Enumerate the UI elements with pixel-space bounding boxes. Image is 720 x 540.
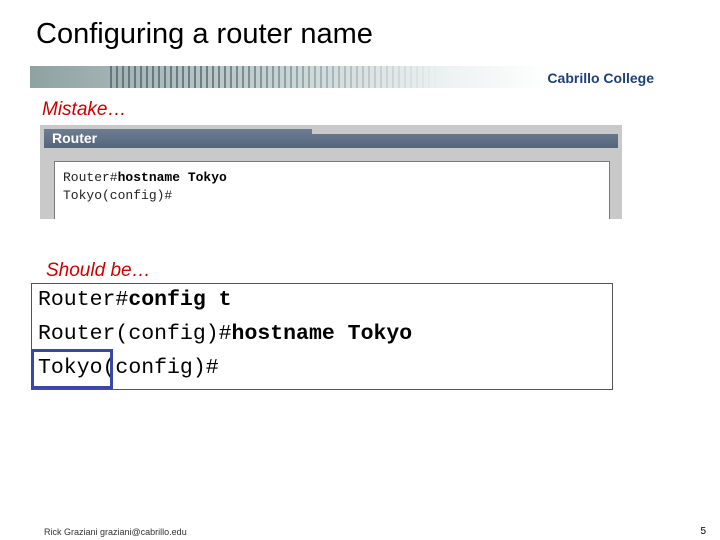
console-prompt: Router# — [63, 170, 118, 185]
command-box: Router#config t Router(config)#hostname … — [31, 283, 613, 390]
command-line-1: Router#config t — [38, 288, 232, 312]
page-number: 5 — [700, 526, 706, 537]
brand-name: Cabrillo College — [547, 70, 654, 86]
slide-title: Configuring a router name — [36, 18, 373, 50]
router-window-title: Router — [52, 130, 98, 146]
console-line: Tokyo(config)# — [63, 188, 173, 203]
should-be-label: Should be… — [46, 260, 151, 281]
command-prompt: Router# — [38, 288, 129, 312]
titlebar-tab — [312, 129, 622, 134]
console-line: Router#hostname Tokyo — [63, 170, 227, 185]
config-prompt: (config)# — [102, 356, 219, 380]
router-console[interactable]: Router#hostname Tokyo Tokyo(config)# — [54, 161, 610, 219]
command-text: config t — [128, 288, 232, 312]
router-window: Router Router#hostname Tokyo Tokyo(confi… — [40, 125, 622, 219]
command-prompt: Router(config)# — [38, 322, 232, 346]
hostname-highlight-box — [31, 349, 113, 389]
mistake-label: Mistake… — [42, 99, 127, 120]
banner-stripes — [110, 66, 440, 88]
router-window-titlebar: Router — [44, 129, 622, 148]
command-text: hostname Tokyo — [231, 322, 413, 346]
console-command: hostname Tokyo — [117, 170, 227, 185]
footer-author: Rick Graziani graziani@cabrillo.edu — [44, 527, 187, 537]
header-banner: Cabrillo College — [30, 66, 686, 88]
command-line-2: Router(config)#hostname Tokyo — [38, 322, 412, 346]
